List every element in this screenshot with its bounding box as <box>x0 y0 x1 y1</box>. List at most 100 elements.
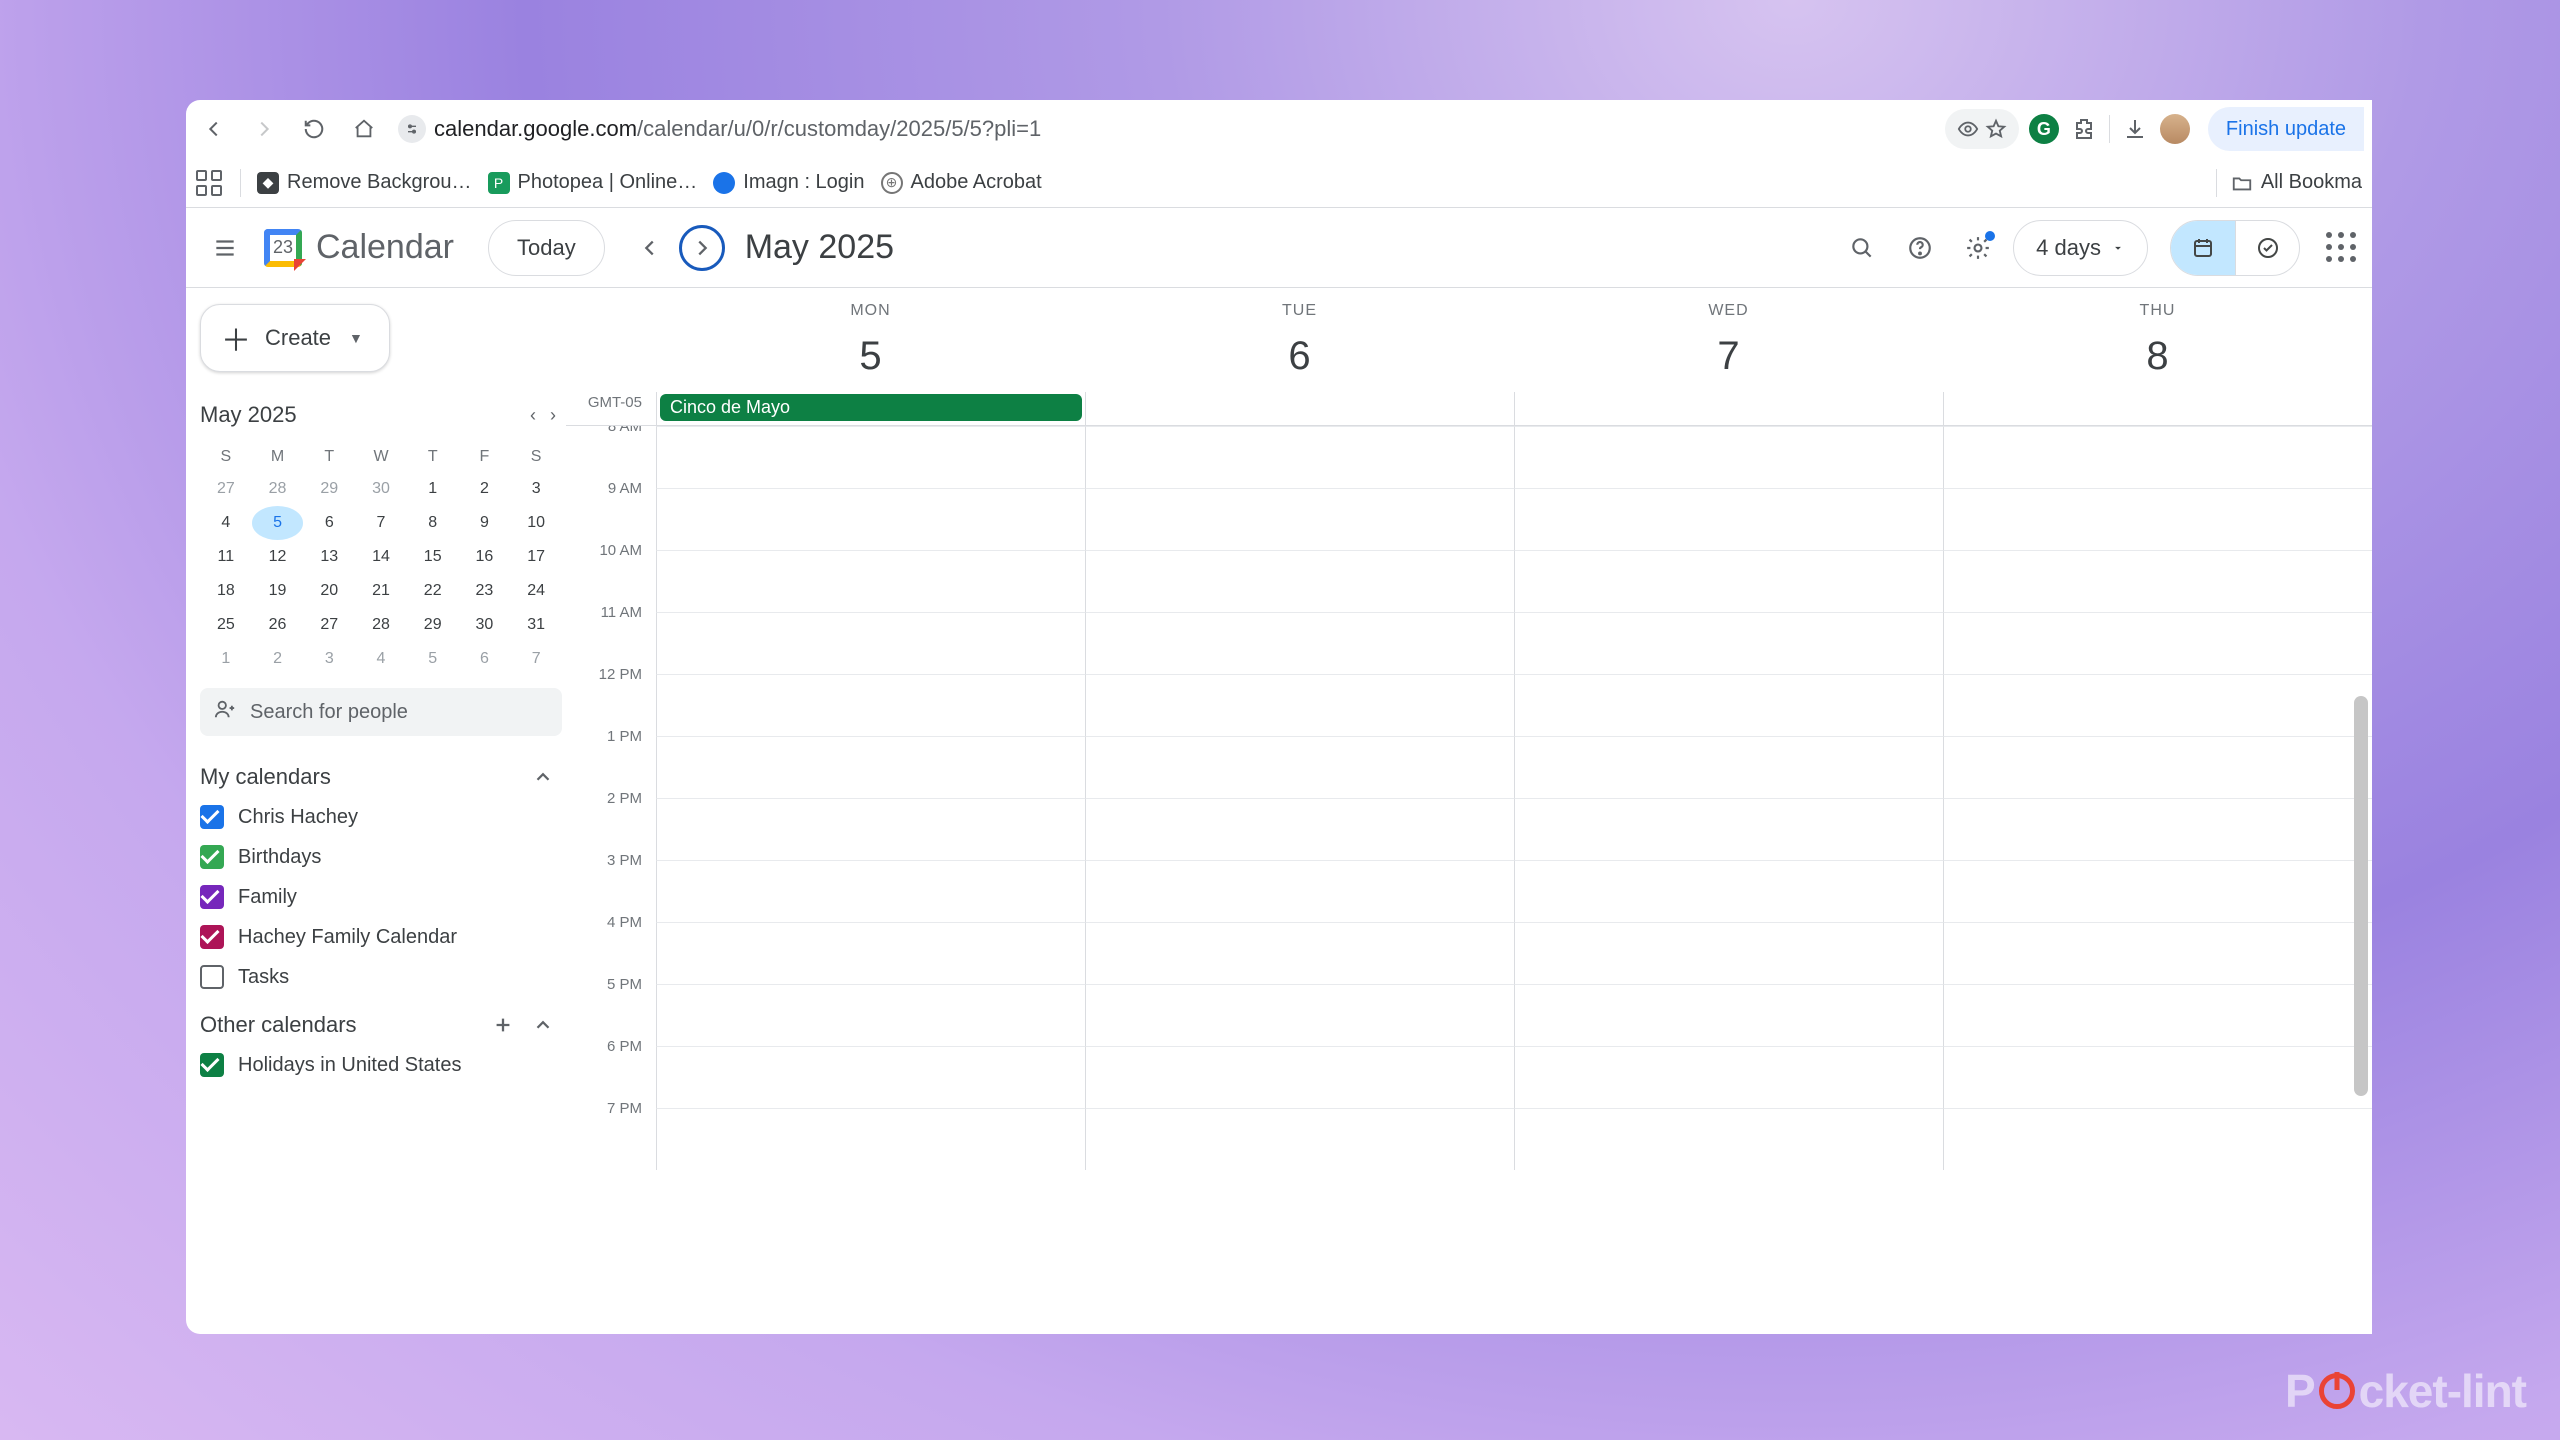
calendar-checkbox-item[interactable]: Chris Hachey <box>200 802 562 832</box>
hour-cell[interactable] <box>1943 488 2372 550</box>
mini-date-1[interactable]: 1 <box>200 642 252 676</box>
hour-cell[interactable] <box>1514 488 1943 550</box>
mini-date-20[interactable]: 20 <box>303 574 355 608</box>
hour-cell[interactable] <box>1514 1108 1943 1170</box>
mini-date-9[interactable]: 9 <box>459 506 511 540</box>
google-apps-button[interactable] <box>2326 232 2358 264</box>
create-button[interactable]: ＋ Create ▼ <box>200 304 390 372</box>
forward-button[interactable] <box>242 107 286 151</box>
mini-date-6[interactable]: 6 <box>459 642 511 676</box>
main-menu-button[interactable] <box>202 225 248 271</box>
mini-date-28[interactable]: 28 <box>355 608 407 642</box>
hour-cell[interactable] <box>1514 922 1943 984</box>
address-bar[interactable]: calendar.google.com/calendar/u/0/r/custo… <box>398 115 1041 143</box>
hour-cell[interactable] <box>656 612 1085 674</box>
mini-date-31[interactable]: 31 <box>510 608 562 642</box>
checkbox[interactable] <box>200 925 224 949</box>
day-number[interactable]: 8 <box>2128 326 2188 386</box>
prev-period-button[interactable] <box>627 225 673 271</box>
mini-date-6[interactable]: 6 <box>303 506 355 540</box>
mini-date-3[interactable]: 3 <box>303 642 355 676</box>
today-button[interactable]: Today <box>488 220 605 276</box>
hour-cell[interactable] <box>1514 1046 1943 1108</box>
hour-cell[interactable] <box>1514 860 1943 922</box>
mini-date-15[interactable]: 15 <box>407 540 459 574</box>
bookmark-adobe-acrobat[interactable]: ⊕Adobe Acrobat <box>881 171 1042 194</box>
mini-date-13[interactable]: 13 <box>303 540 355 574</box>
hour-cell[interactable] <box>1943 612 2372 674</box>
hour-cell[interactable] <box>656 860 1085 922</box>
mini-date-1[interactable]: 1 <box>407 472 459 506</box>
allday-cell[interactable]: Cinco de Mayo <box>656 392 1085 425</box>
hour-cell[interactable] <box>1085 798 1514 860</box>
mini-date-10[interactable]: 10 <box>510 506 562 540</box>
hour-cell[interactable] <box>1085 860 1514 922</box>
hour-cell[interactable] <box>656 1046 1085 1108</box>
hour-cell[interactable] <box>1943 1046 2372 1108</box>
mini-date-5[interactable]: 5 <box>407 642 459 676</box>
mini-date-28[interactable]: 28 <box>252 472 304 506</box>
mini-date-25[interactable]: 25 <box>200 608 252 642</box>
checkbox[interactable] <box>200 885 224 909</box>
mini-date-4[interactable]: 4 <box>200 506 252 540</box>
downloads-icon[interactable] <box>2120 114 2150 144</box>
hour-cell[interactable] <box>1943 1108 2372 1170</box>
hour-cell[interactable] <box>656 674 1085 736</box>
hour-cell[interactable] <box>656 550 1085 612</box>
my-calendars-toggle[interactable]: My calendars <box>200 764 562 790</box>
mini-date-17[interactable]: 17 <box>510 540 562 574</box>
site-info-pill[interactable] <box>1945 109 2019 149</box>
settings-button[interactable] <box>1955 225 2001 271</box>
mini-prev-button[interactable]: ‹ <box>530 405 536 426</box>
mini-date-26[interactable]: 26 <box>252 608 304 642</box>
hour-cell[interactable] <box>1085 984 1514 1046</box>
checkbox[interactable] <box>200 965 224 989</box>
hour-cell[interactable] <box>1943 426 2372 488</box>
checkbox[interactable] <box>200 805 224 829</box>
search-people-input[interactable]: Search for people <box>200 688 562 736</box>
mini-date-30[interactable]: 30 <box>355 472 407 506</box>
mini-next-button[interactable]: › <box>550 405 556 426</box>
hour-cell[interactable] <box>1943 798 2372 860</box>
hour-cell[interactable] <box>1085 1046 1514 1108</box>
hour-cell[interactable] <box>1514 984 1943 1046</box>
help-button[interactable] <box>1897 225 1943 271</box>
profile-avatar[interactable] <box>2160 114 2190 144</box>
day-number[interactable]: 5 <box>841 326 901 386</box>
mini-date-30[interactable]: 30 <box>459 608 511 642</box>
scrollbar-thumb[interactable] <box>2354 696 2368 1096</box>
mini-date-8[interactable]: 8 <box>407 506 459 540</box>
mini-date-3[interactable]: 3 <box>510 472 562 506</box>
hour-cell[interactable] <box>1943 550 2372 612</box>
hour-cell[interactable] <box>1514 674 1943 736</box>
hour-cell[interactable] <box>1943 860 2372 922</box>
hour-cell[interactable] <box>1943 922 2372 984</box>
checkbox[interactable] <box>200 845 224 869</box>
grammarly-extension-icon[interactable]: G <box>2029 114 2059 144</box>
finish-update-button[interactable]: Finish update <box>2208 107 2364 151</box>
mini-date-14[interactable]: 14 <box>355 540 407 574</box>
hour-cell[interactable] <box>656 736 1085 798</box>
tasks-view-button[interactable] <box>2235 221 2299 275</box>
hour-cell[interactable] <box>1943 984 2372 1046</box>
mini-date-22[interactable]: 22 <box>407 574 459 608</box>
hour-cell[interactable] <box>1514 426 1943 488</box>
mini-date-16[interactable]: 16 <box>459 540 511 574</box>
hour-cell[interactable] <box>1514 798 1943 860</box>
extensions-icon[interactable] <box>2069 114 2099 144</box>
mini-date-11[interactable]: 11 <box>200 540 252 574</box>
mini-date-29[interactable]: 29 <box>303 472 355 506</box>
calendar-checkbox-item[interactable]: Holidays in United States <box>200 1050 562 1080</box>
mini-date-29[interactable]: 29 <box>407 608 459 642</box>
hour-cell[interactable] <box>1514 550 1943 612</box>
mini-date-7[interactable]: 7 <box>510 642 562 676</box>
hour-cell[interactable] <box>1085 922 1514 984</box>
hour-cell[interactable] <box>656 922 1085 984</box>
mini-date-2[interactable]: 2 <box>459 472 511 506</box>
hour-cell[interactable] <box>1085 1108 1514 1170</box>
calendar-checkbox-item[interactable]: Tasks <box>200 962 562 992</box>
search-button[interactable] <box>1839 225 1885 271</box>
apps-shortcut-icon[interactable] <box>196 170 222 196</box>
all-bookmarks-link[interactable]: All Bookma <box>2231 171 2362 194</box>
mini-date-7[interactable]: 7 <box>355 506 407 540</box>
